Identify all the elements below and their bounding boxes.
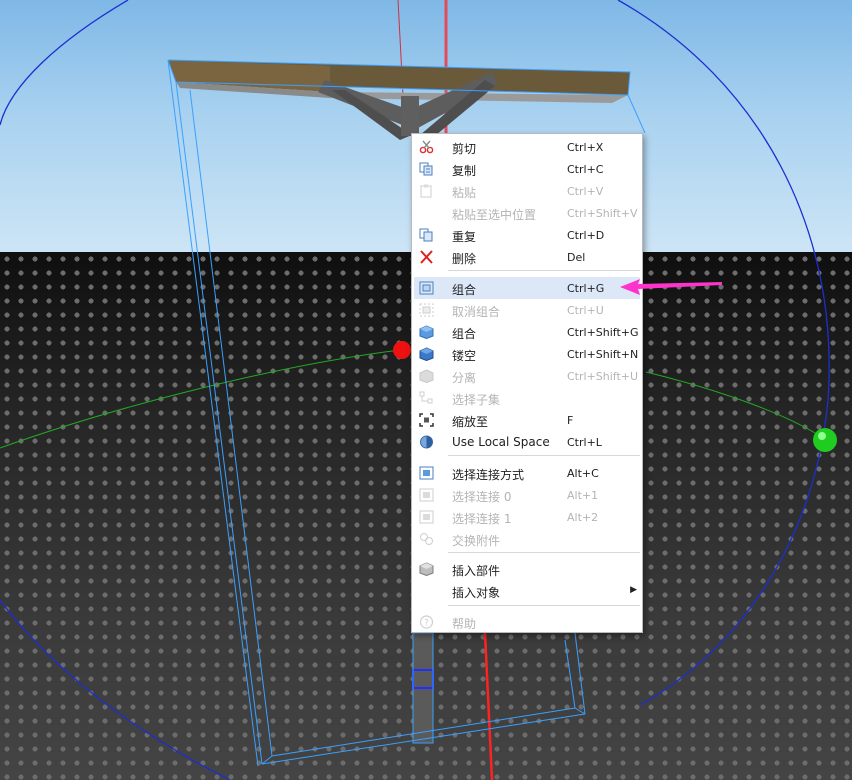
- paste-icon: [420, 184, 432, 198]
- menu-item-union[interactable]: 组合 Ctrl+Shift+G: [414, 321, 640, 343]
- menu-item-shortcut: Ctrl+Shift+U: [567, 370, 639, 383]
- menu-item-swap-attachments[interactable]: 交换附件: [414, 528, 640, 550]
- scissors-icon: [419, 140, 434, 154]
- pole-upper: [401, 96, 419, 136]
- submenu-arrow-icon: ▶: [630, 585, 637, 595]
- menu-item-shortcut: Alt+1: [567, 489, 599, 502]
- menu-item-label: 帮助: [452, 617, 477, 631]
- menu-item-label: 选择连接 1: [452, 512, 512, 526]
- menu-item-shortcut: Del: [567, 251, 586, 264]
- menu-item-label: 粘贴至选中位置: [452, 208, 537, 222]
- menu-item-insert-object[interactable]: 插入对象 ▶: [414, 580, 640, 602]
- select-constraint1-icon: [419, 510, 434, 524]
- menu-item-select-constraint[interactable]: 选择连接方式 Alt+C: [414, 462, 640, 484]
- insert-part-icon: [419, 562, 434, 576]
- menu-item-label: 选择连接 0: [452, 490, 512, 504]
- menu-item-delete[interactable]: 删除 Del: [414, 246, 640, 268]
- menu-item-shortcut: Alt+2: [567, 511, 599, 524]
- negate-icon: [419, 347, 434, 361]
- rotate-handle-green[interactable]: [813, 428, 837, 452]
- group-icon: [419, 281, 434, 295]
- menu-item-shortcut: Ctrl+Shift+V: [567, 207, 638, 220]
- select-children-icon: [419, 391, 433, 404]
- zoom-to-icon: [419, 413, 434, 427]
- copy-icon: [419, 162, 433, 176]
- menu-item-label: 选择连接方式: [452, 468, 525, 482]
- menu-item-shortcut: Ctrl+G: [567, 282, 605, 295]
- menu-item-label: 取消组合: [452, 305, 501, 319]
- menu-item-use-local-space[interactable]: Use Local Space Ctrl+L: [414, 431, 640, 453]
- rotate-ring-green[interactable]: [0, 349, 401, 449]
- menu-item-shortcut: Ctrl+Shift+G: [567, 326, 639, 339]
- menu-item-ungroup[interactable]: 取消组合 Ctrl+U: [414, 299, 640, 321]
- menu-item-select-constraint-0[interactable]: 选择连接 0 Alt+1: [414, 484, 640, 506]
- menu-item-negate[interactable]: 镂空 Ctrl+Shift+N: [414, 343, 640, 365]
- rotate-ring-red[interactable]: [483, 632, 494, 780]
- menu-item-label: Use Local Space: [452, 435, 550, 449]
- rotate-ring-blue[interactable]: [617, 0, 830, 706]
- menu-item-shortcut: Alt+C: [567, 467, 599, 480]
- menu-item-paste[interactable]: 粘贴 Ctrl+V: [414, 180, 640, 202]
- menu-item-shortcut: Ctrl+L: [567, 436, 602, 449]
- menu-item-group[interactable]: 组合 Ctrl+G: [414, 277, 640, 299]
- help-icon: ?: [419, 615, 434, 629]
- menu-item-label: 镂空: [452, 349, 477, 363]
- menu-separator: [448, 605, 640, 606]
- menu-item-duplicate[interactable]: 重复 Ctrl+D: [414, 224, 640, 246]
- annotation-arrow-icon: [620, 279, 722, 295]
- menu-item-label: 重复: [452, 230, 477, 244]
- menu-item-label: 剪切: [452, 142, 477, 156]
- menu-item-label: 复制: [452, 164, 477, 178]
- menu-item-shortcut: F: [567, 414, 574, 427]
- menu-item-label: 组合: [452, 283, 477, 297]
- context-menu: 剪切 Ctrl+X 复制 Ctrl+C 粘贴 Ctrl+V 粘贴至选中位置 Ct…: [411, 133, 643, 633]
- union-icon: [419, 325, 434, 339]
- menu-item-separate[interactable]: 分离 Ctrl+Shift+U: [414, 365, 640, 387]
- menu-item-shortcut: Ctrl+D: [567, 229, 605, 242]
- rotate-ring-green[interactable]: [645, 371, 827, 441]
- menu-item-label: 删除: [452, 252, 477, 266]
- rotate-ring-blue[interactable]: [0, 599, 231, 780]
- menu-item-zoom-to[interactable]: 缩放至 F: [414, 409, 640, 431]
- menu-item-label: 插入对象: [452, 586, 501, 600]
- menu-item-select-children[interactable]: 选择子集: [414, 387, 640, 409]
- menu-item-label: 缩放至: [452, 415, 489, 429]
- menu-item-label: 插入部件: [452, 564, 501, 578]
- duplicate-icon: [419, 228, 433, 242]
- menu-separator: [448, 552, 640, 553]
- separate-icon: [419, 369, 434, 383]
- menu-item-shortcut: Ctrl+Shift+N: [567, 348, 639, 361]
- select-constraint0-icon: [419, 488, 434, 502]
- rotate-ring-blue[interactable]: [0, 0, 129, 126]
- menu-item-shortcut: Ctrl+C: [567, 163, 604, 176]
- rotate-handle-red[interactable]: [393, 341, 411, 359]
- swap-attachments-icon: [420, 533, 433, 545]
- menu-separator: [448, 270, 640, 271]
- menu-item-shortcut: Ctrl+V: [567, 185, 604, 198]
- menu-item-paste-into[interactable]: 粘贴至选中位置 Ctrl+Shift+V: [414, 202, 640, 224]
- menu-item-insert-part[interactable]: 插入部件: [414, 558, 640, 580]
- menu-separator: [448, 455, 640, 456]
- delete-x-icon: [420, 250, 433, 264]
- menu-item-copy[interactable]: 复制 Ctrl+C: [414, 158, 640, 180]
- menu-item-select-constraint-1[interactable]: 选择连接 1 Alt+2: [414, 506, 640, 528]
- menu-item-label: 选择子集: [452, 393, 501, 407]
- ungroup-icon: [419, 303, 434, 317]
- menu-item-label: 组合: [452, 327, 477, 341]
- menu-item-shortcut: Ctrl+U: [567, 304, 604, 317]
- menu-item-label: 交换附件: [452, 534, 501, 548]
- menu-item-label: 分离: [452, 371, 477, 385]
- svg-text:?: ?: [424, 619, 429, 629]
- menu-item-help[interactable]: ? 帮助: [414, 611, 640, 633]
- local-space-icon: [420, 435, 433, 449]
- menu-item-shortcut: Ctrl+X: [567, 141, 604, 154]
- select-constraint-icon: [419, 466, 434, 480]
- menu-item-label: 粘贴: [452, 186, 477, 200]
- menu-item-cut[interactable]: 剪切 Ctrl+X: [414, 136, 640, 158]
